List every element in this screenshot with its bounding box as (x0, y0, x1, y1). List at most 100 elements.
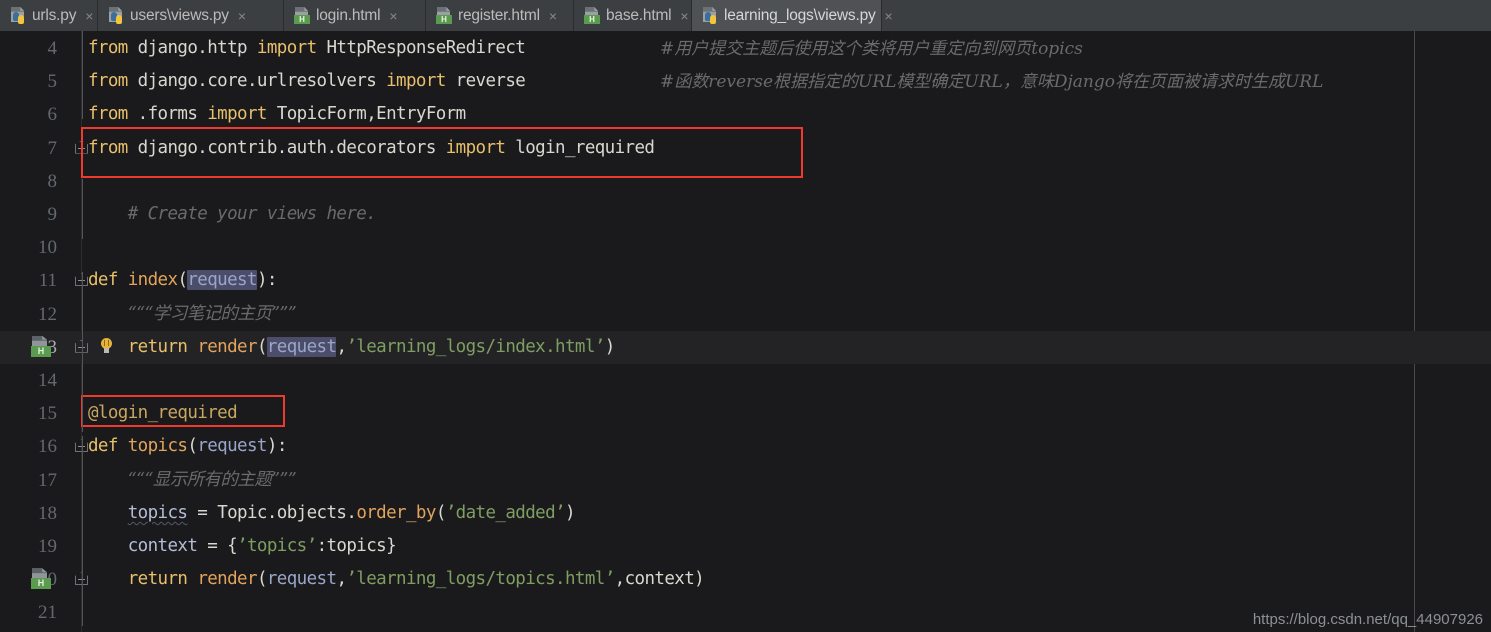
editor-tab-label: urls.py (32, 6, 77, 24)
code-text[interactable]: “““显示所有的主题””” (88, 464, 297, 497)
code-text[interactable]: from .forms import TopicForm,EntryForm (88, 98, 466, 131)
editor-tab-label: users\views.py (130, 6, 229, 24)
code-text[interactable]: def index(request): (88, 264, 277, 297)
line-number: 7 (47, 137, 58, 159)
editor-tab-register-html[interactable]: Hregister.html × (426, 0, 574, 31)
code-line[interactable]: 12 “““学习笔记的主页””” (0, 298, 1491, 331)
code-token: : (266, 270, 278, 291)
code-text[interactable]: return render(request,’learning_logs/ind… (88, 331, 615, 364)
code-text[interactable]: from django.http import HttpResponseRedi… (88, 32, 526, 65)
lightbulb-icon[interactable] (100, 337, 114, 355)
code-line[interactable]: 14 (0, 364, 1491, 397)
html-run-gutter-icon[interactable]: H (31, 568, 51, 590)
code-line[interactable]: 19 context = {’topics’:topics} (0, 530, 1491, 563)
editor-tab-urls-py[interactable]: urls.py × (0, 0, 98, 31)
code-editor[interactable]: 4 from django.http import HttpResponseRed… (0, 31, 1491, 632)
editor-tab-base-html[interactable]: Hbase.html × (574, 0, 692, 31)
watermark: https://blog.csdn.net/qq_44907926 (1252, 611, 1483, 628)
close-icon[interactable]: × (389, 9, 397, 23)
editor-tab-label: login.html (316, 6, 381, 24)
code-token: ( (177, 270, 188, 291)
code-token: render (197, 336, 257, 357)
code-token: ( (256, 569, 268, 590)
editor-tab-label: learning_logs\views.py (724, 6, 876, 24)
trailing-comment: #函数reverse根据指定的URL模型确定URL，意味Django将在页面被请… (660, 72, 1324, 92)
code-line[interactable]: 10 (0, 231, 1491, 264)
python-file-icon (702, 7, 718, 24)
indent-guide-imports (82, 31, 83, 119)
code-token: = (187, 502, 218, 523)
code-text[interactable]: from django.core.urlresolvers import rev… (88, 65, 526, 98)
close-icon[interactable]: × (680, 9, 688, 23)
code-line[interactable]: 15 @login_required (0, 397, 1491, 430)
line-number: 18 (38, 502, 57, 524)
line-number: 14 (38, 370, 57, 391)
html-run-gutter-icon[interactable]: H (31, 335, 51, 357)
code-token: ,context (614, 569, 695, 590)
code-token: “““学习笔记的主页””” (127, 303, 297, 324)
close-icon[interactable]: × (238, 9, 246, 23)
code-token: topics (127, 502, 188, 523)
code-token: import (445, 137, 506, 158)
code-token: from (88, 71, 128, 92)
code-token: HttpResponseRedirect (316, 38, 526, 58)
code-line[interactable]: 16 def topics(request): (0, 430, 1491, 463)
close-icon[interactable]: × (549, 9, 557, 23)
code-line[interactable]: 11 def index(request): (0, 264, 1491, 297)
code-text[interactable]: topics = Topic.objects.order_by(’date_ad… (88, 497, 576, 530)
line-number: 10 (38, 237, 57, 259)
code-token: import (256, 38, 317, 58)
code-line[interactable]: 6 from .forms import TopicForm,EntryForm (0, 98, 1491, 131)
code-line[interactable]: 18 topics = Topic.objects.order_by(’date… (0, 497, 1491, 530)
code-token: return (127, 569, 188, 590)
code-token: import (207, 104, 267, 125)
indent-guide-index-body (82, 272, 83, 432)
code-token: request (187, 270, 258, 291)
fold-marker-icon[interactable] (75, 140, 90, 156)
editor-tab-login-html[interactable]: Hlogin.html × (284, 0, 426, 31)
code-line[interactable]: 8 (0, 165, 1491, 198)
code-token: .objects. (266, 502, 357, 523)
close-icon[interactable]: × (85, 9, 93, 23)
code-token: return (127, 336, 188, 357)
code-text[interactable]: “““学习笔记的主页””” (88, 298, 297, 331)
code-token: django.contrib.auth.decorators (127, 137, 446, 158)
code-token: ) (604, 336, 616, 357)
code-token: ) (266, 436, 278, 457)
python-file-icon (108, 7, 124, 24)
code-token: ’learning_logs/index.html’ (346, 336, 605, 357)
code-line[interactable]: 13 return render(request,’learning_logs/… (0, 330, 1491, 364)
code-token: topics (127, 436, 188, 457)
code-text[interactable]: def topics(request): (88, 430, 287, 463)
code-token: render (197, 569, 257, 590)
code-token: request (266, 569, 337, 590)
indent-guide-imports (82, 179, 83, 239)
editor-tab-label: register.html (458, 6, 540, 24)
code-line[interactable]: 9 # Create your views here. (0, 198, 1491, 231)
editor-tab-learning_logs-views-py[interactable]: learning_logs\views.py × (692, 0, 893, 31)
editor-tab-users-views-py[interactable]: users\views.py × (98, 0, 284, 31)
code-token: .forms (127, 104, 208, 125)
line-number: 15 (38, 403, 57, 425)
code-line[interactable]: 20 return render(request,’learning_logs/… (0, 563, 1491, 596)
code-text[interactable]: context = {’topics’:topics} (88, 530, 397, 563)
code-token: reverse (445, 71, 526, 92)
code-line[interactable]: 7 from django.contrib.auth.decorators imp… (0, 132, 1491, 165)
code-token: def (88, 270, 118, 291)
line-number: 19 (38, 536, 57, 557)
code-text[interactable]: # Create your views here. (88, 198, 377, 231)
line-number: 9 (47, 204, 58, 225)
code-token: django.http (127, 38, 257, 58)
close-icon[interactable]: × (885, 9, 893, 23)
indent-guide-topics-body (82, 436, 83, 626)
code-token: def (88, 436, 118, 457)
code-text[interactable]: @login_required (88, 397, 238, 430)
code-token: , (336, 569, 347, 590)
code-text[interactable]: from django.contrib.auth.decorators impo… (88, 132, 655, 165)
code-text[interactable]: return render(request,’learning_logs/top… (88, 563, 705, 596)
code-token: } (386, 536, 397, 556)
code-line[interactable]: 17 “““显示所有的主题””” (0, 464, 1491, 497)
